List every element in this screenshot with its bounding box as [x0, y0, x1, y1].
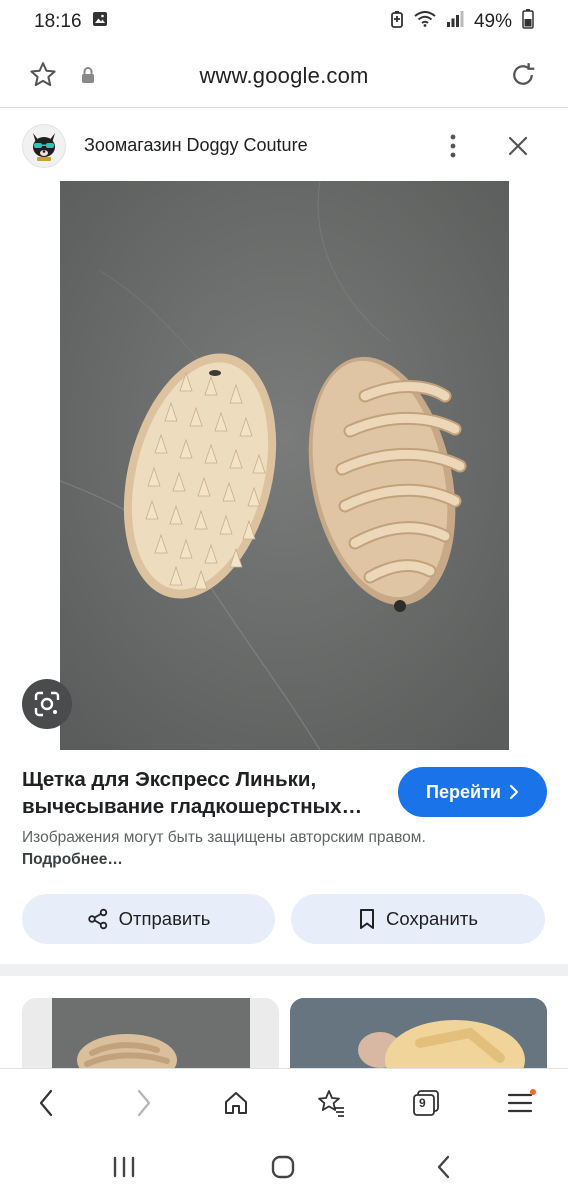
- share-button[interactable]: Отправить: [22, 894, 275, 944]
- chevron-right-icon: [509, 784, 519, 800]
- learn-more-link[interactable]: Подробнее…: [22, 851, 123, 868]
- product-photo-brushes: [60, 181, 509, 750]
- status-bar: 18:16 49%: [0, 0, 568, 44]
- product-image[interactable]: [60, 181, 509, 750]
- browser-toolbar: 9: [0, 1068, 568, 1135]
- copyright-notice: Изображения могут быть защищены авторски…: [22, 827, 442, 871]
- system-back-icon[interactable]: [428, 1152, 458, 1182]
- goto-label: Перейти: [426, 781, 501, 802]
- lens-icon: [34, 691, 60, 717]
- more-options-icon[interactable]: [440, 132, 466, 160]
- result-title-line2: вычесывание гладкошерстных…: [22, 795, 363, 818]
- share-icon: [87, 908, 107, 930]
- goto-button[interactable]: Перейти: [398, 767, 547, 817]
- home-button-icon[interactable]: [268, 1152, 298, 1182]
- source-header: Зоомагазин Doggy Couture: [0, 112, 568, 180]
- close-icon[interactable]: [504, 132, 532, 160]
- source-avatar[interactable]: [22, 124, 66, 168]
- bookmark-icon: [360, 909, 375, 929]
- notice-text: Изображения могут быть защищены авторски…: [22, 829, 426, 846]
- system-navigation: [0, 1134, 568, 1200]
- battery-percent: 49%: [473, 11, 512, 32]
- result-title-line1: Щетка для Экспресс Линьки,: [22, 768, 317, 791]
- address-bar: www.google.com: [0, 44, 568, 108]
- recent-apps-icon[interactable]: [109, 1152, 139, 1182]
- bookmarks-icon[interactable]: [313, 1085, 349, 1121]
- battery-icon: [522, 9, 534, 35]
- battery-saver-icon: [390, 10, 404, 34]
- signal-icon: [446, 10, 464, 34]
- home-icon[interactable]: [218, 1085, 254, 1121]
- related-thumbnail[interactable]: [22, 998, 279, 1068]
- forward-icon[interactable]: [126, 1085, 162, 1121]
- menu-icon[interactable]: [503, 1085, 539, 1121]
- wifi-icon: [414, 11, 436, 33]
- result-title[interactable]: Щетка для Экспресс Линьки, вычесывание г…: [22, 766, 382, 820]
- gallery-icon: [92, 11, 108, 33]
- reload-icon[interactable]: [508, 60, 538, 95]
- related-image-2: [290, 998, 547, 1068]
- tab-count: 9: [419, 1096, 426, 1110]
- save-button[interactable]: Сохранить: [291, 894, 545, 944]
- url-text[interactable]: www.google.com: [0, 63, 568, 89]
- status-time: 18:16: [34, 11, 82, 32]
- source-name[interactable]: Зоомагазин Doggy Couture: [84, 135, 308, 156]
- section-divider: [0, 964, 568, 976]
- related-image-1: [52, 998, 250, 1068]
- related-thumbnail[interactable]: [290, 998, 547, 1068]
- back-icon[interactable]: [28, 1085, 64, 1121]
- save-label: Сохранить: [386, 908, 478, 929]
- google-lens-button[interactable]: [22, 679, 72, 729]
- tabs-icon[interactable]: 9: [408, 1085, 444, 1121]
- share-label: Отправить: [118, 908, 211, 929]
